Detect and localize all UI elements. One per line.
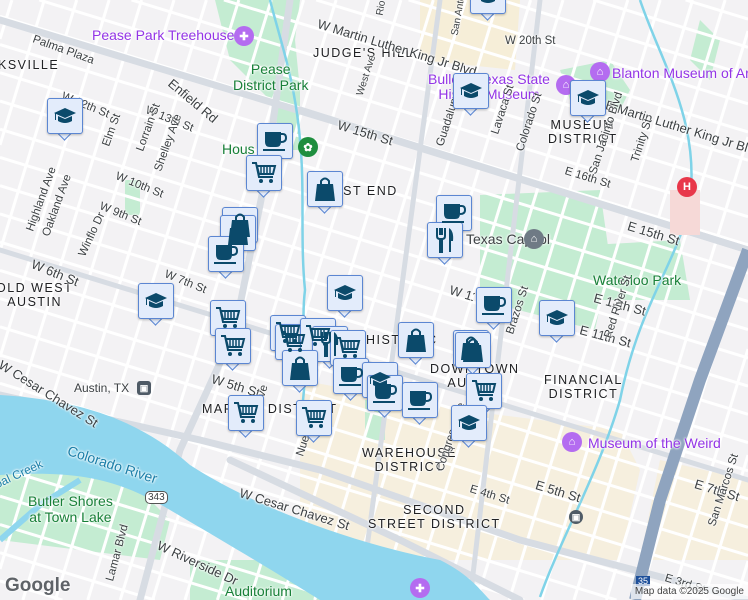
shopping-cart-icon — [233, 401, 259, 425]
marker-box — [307, 171, 343, 207]
marker-box — [215, 328, 251, 364]
marker-box — [466, 373, 502, 409]
marker-box — [453, 73, 489, 109]
google-logo: Google — [5, 575, 71, 596]
map-marker-graduation-cap[interactable] — [451, 405, 487, 449]
coffee-icon — [262, 130, 288, 152]
hospital-icon[interactable]: H — [677, 177, 697, 197]
map-marker-coffee[interactable] — [402, 382, 438, 426]
shopping-bag-icon — [314, 176, 336, 202]
museum-icon[interactable]: ⌂ — [590, 62, 610, 82]
capitol-icon[interactable]: ⌂ — [524, 229, 544, 249]
map-marker-shopping-cart[interactable] — [228, 395, 264, 439]
map-attribution[interactable]: Map data ©2025 Google — [630, 584, 748, 599]
shopping-cart-icon — [471, 379, 497, 403]
poi-blanton-museum[interactable]: Blanton Museum of Art — [612, 65, 748, 81]
map-marker-graduation-cap[interactable] — [47, 98, 83, 142]
poi-austin-amtrak[interactable]: Austin, TX — [74, 381, 129, 395]
coffee-icon — [338, 365, 364, 387]
map-marker-coffee[interactable] — [367, 375, 403, 419]
marker-box — [228, 395, 264, 431]
map-marker-coffee[interactable] — [476, 287, 512, 331]
map-marker-shopping-cart[interactable] — [246, 155, 282, 199]
graduation-cap-icon — [457, 413, 481, 433]
map-marker-coffee[interactable] — [208, 236, 244, 280]
camera-icon[interactable]: ✚ — [234, 26, 254, 46]
park-pease[interactable]: Pease District Park — [233, 61, 308, 93]
street-line — [685, 0, 748, 21]
graduation-cap-icon — [545, 308, 569, 328]
marker-box — [451, 405, 487, 441]
district-old-west-austin: OLD WEST AUSTIN — [0, 281, 74, 309]
coffee-icon — [372, 382, 398, 404]
map-marker-graduation-cap[interactable] — [470, 0, 506, 22]
street-w-20th: W 20th St — [505, 35, 556, 47]
shopping-cart-icon — [220, 334, 246, 358]
park-waterloo[interactable]: Waterloo Park — [593, 272, 681, 288]
map-marker-graduation-cap[interactable] — [138, 283, 174, 327]
coffee-icon — [481, 294, 507, 316]
coffee-icon — [441, 202, 467, 224]
shopping-bag-icon — [289, 355, 311, 381]
map-marker-fork-knife[interactable] — [427, 222, 463, 266]
shopping-cart-icon — [280, 330, 306, 354]
map-marker-shopping-bag[interactable] — [307, 171, 343, 215]
graduation-cap-icon — [53, 106, 77, 126]
marker-box — [427, 222, 463, 258]
marker-box — [402, 382, 438, 418]
district-clarksville: KSVILLE — [0, 58, 60, 72]
shopping-cart-icon — [301, 406, 327, 430]
marker-box — [476, 287, 512, 323]
marker-box — [282, 350, 318, 386]
shopping-cart-icon — [251, 161, 277, 185]
map-marker-shopping-cart[interactable] — [296, 400, 332, 444]
map-marker-graduation-cap[interactable] — [327, 275, 363, 319]
graduation-cap-icon — [459, 81, 483, 101]
marker-box — [138, 283, 174, 319]
map-marker-shopping-bag[interactable] — [282, 350, 318, 394]
district-second-street: SECOND STREET DISTRICT — [368, 503, 501, 531]
graduation-cap-icon — [144, 291, 168, 311]
park-butler-shores[interactable]: Butler Shores at Town Lake — [28, 493, 113, 525]
shopping-cart-icon — [335, 336, 361, 360]
map-marker-graduation-cap[interactable] — [539, 300, 575, 344]
map-marker-graduation-cap[interactable] — [453, 73, 489, 117]
bus-station-icon[interactable]: ▣ — [569, 510, 583, 524]
marker-box — [539, 300, 575, 336]
poi-pease-park-treehouse[interactable]: Pease Park Treehouse — [92, 27, 234, 43]
graduation-cap-icon — [576, 88, 600, 108]
shopping-bag-icon — [462, 337, 484, 363]
map-marker-shopping-cart[interactable] — [215, 328, 251, 372]
marker-box — [570, 80, 606, 116]
shopping-bag-icon — [405, 327, 427, 353]
district-financial: FINANCIAL DISTRICT — [544, 373, 623, 401]
marker-box — [398, 322, 434, 358]
marker-box — [47, 98, 83, 134]
shopping-cart-icon — [215, 306, 241, 330]
museum-icon[interactable]: ⌂ — [562, 432, 582, 452]
highway-343-shield: 343 — [145, 491, 168, 504]
coffee-icon — [213, 243, 239, 265]
graduation-cap-icon — [476, 0, 500, 6]
marker-box — [470, 0, 506, 14]
graduation-cap-icon — [333, 283, 357, 303]
fork-knife-icon — [434, 227, 456, 253]
camera-icon[interactable]: ✚ — [410, 578, 430, 598]
map-marker-shopping-bag[interactable] — [398, 322, 434, 366]
map-marker-graduation-cap[interactable] — [570, 80, 606, 124]
poi-museum-of-the-weird[interactable]: Museum of the Weird — [588, 435, 721, 451]
marker-box — [257, 123, 293, 159]
marker-box — [296, 400, 332, 436]
coffee-icon — [407, 389, 433, 411]
zoo-park-icon[interactable]: ✿ — [298, 137, 318, 157]
marker-box — [327, 275, 363, 311]
train-station-icon[interactable]: ▣ — [137, 381, 151, 395]
marker-box — [246, 155, 282, 191]
